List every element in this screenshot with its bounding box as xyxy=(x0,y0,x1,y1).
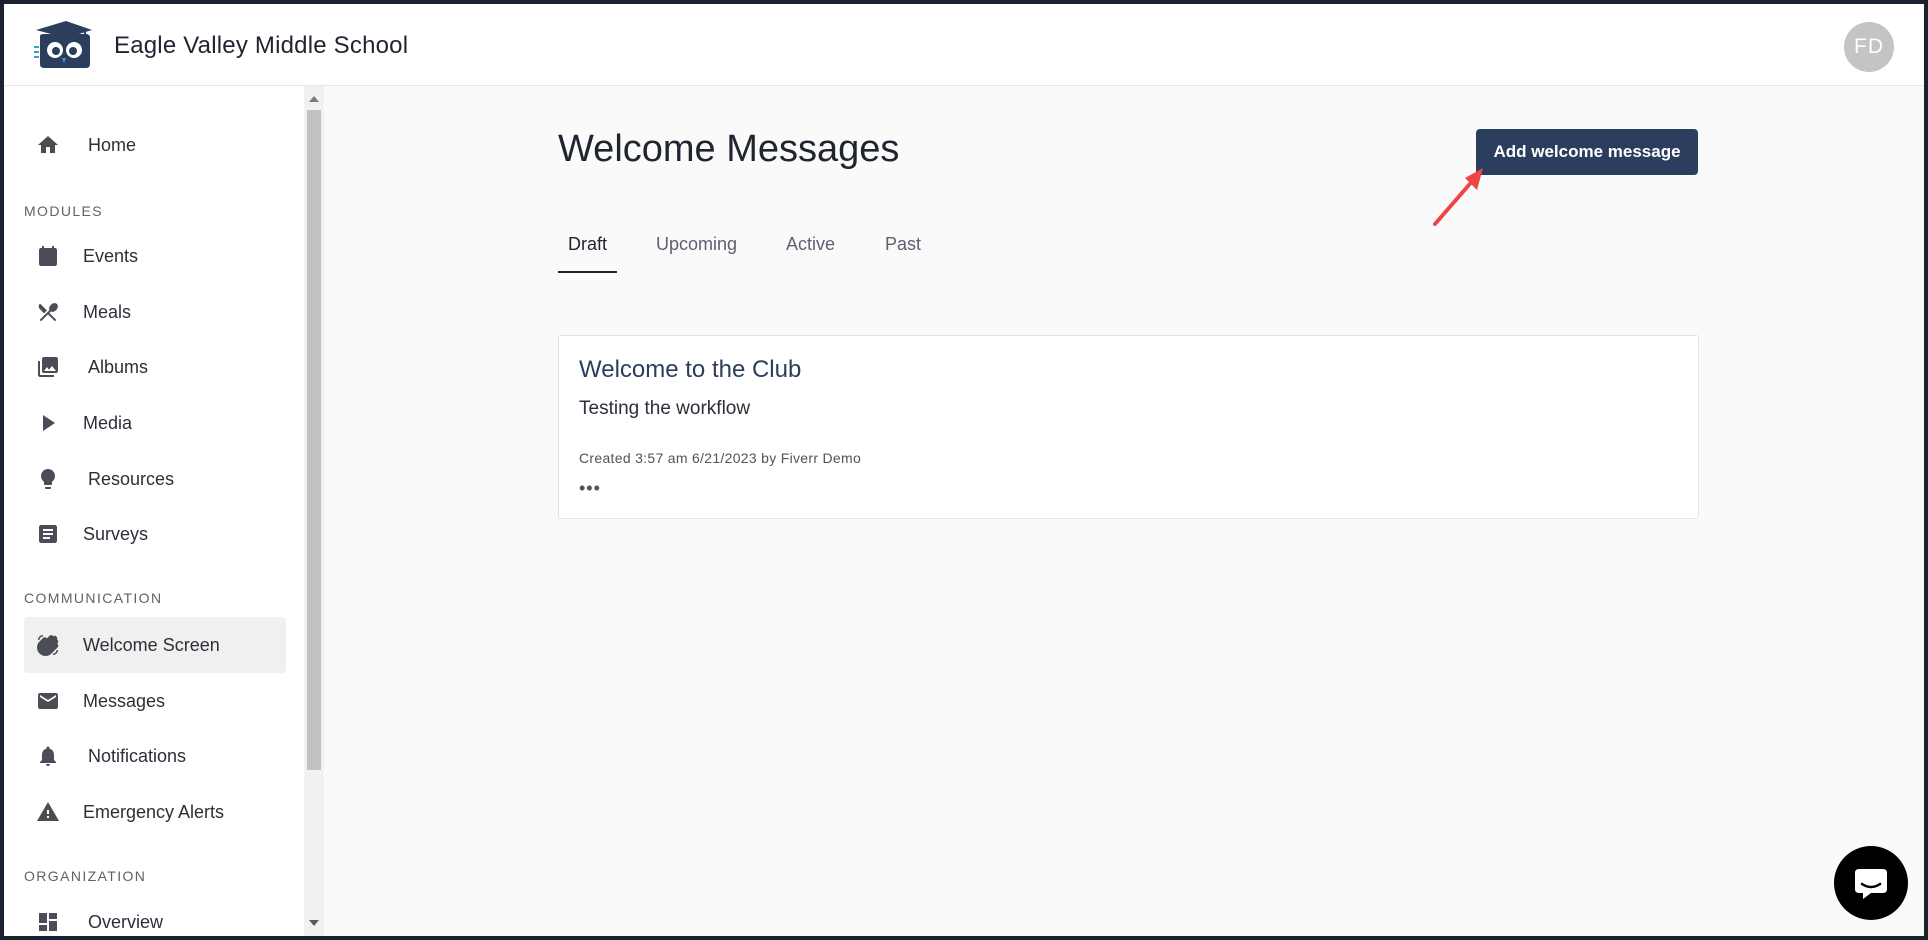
sidebar-item-media[interactable]: Media xyxy=(24,395,286,451)
card-created-meta: Created 3:57 am 6/21/2023 by Fiverr Demo xyxy=(579,450,862,466)
school-name: Eagle Valley Middle School xyxy=(114,32,409,59)
sidebar-item-home[interactable]: Home xyxy=(24,117,286,173)
sidebar-item-label: Welcome Screen xyxy=(83,634,220,655)
tab-active[interactable]: Active xyxy=(786,234,835,274)
sidebar-item-notifications[interactable]: Notifications xyxy=(24,728,286,784)
sidebar-item-label: Albums xyxy=(88,356,149,377)
chat-bubble-icon xyxy=(1855,869,1887,899)
scroll-thumb[interactable] xyxy=(307,110,321,770)
app-window: Eagle Valley Middle School FD Home MODUL… xyxy=(0,0,1928,940)
sidebar-item-label: Surveys xyxy=(83,523,149,544)
tab-upcoming[interactable]: Upcoming xyxy=(656,234,737,274)
photo-library-icon xyxy=(36,355,60,379)
sidebar-scrollbar[interactable] xyxy=(304,86,324,936)
sidebar-item-events[interactable]: Events xyxy=(24,228,286,284)
sidebar-item-overview[interactable]: Overview xyxy=(24,894,286,936)
card-body: Testing the workflow xyxy=(579,398,751,419)
mail-icon xyxy=(36,689,60,713)
section-label-organization: ORGANIZATION xyxy=(24,868,147,884)
user-avatar[interactable]: FD xyxy=(1844,22,1894,72)
sidebar-item-messages[interactable]: Messages xyxy=(24,673,286,729)
sidebar-item-label: Messages xyxy=(83,690,166,711)
welcome-message-card[interactable]: Welcome to the Club Testing the workflow… xyxy=(558,335,1699,519)
sidebar-item-resources[interactable]: Resources xyxy=(24,451,286,507)
waving-hand-icon xyxy=(36,633,60,657)
school-owl-logo-icon[interactable] xyxy=(32,20,94,70)
more-options-icon[interactable]: ••• xyxy=(579,478,601,499)
sidebar-item-label: Resources xyxy=(88,468,175,489)
sidebar-item-label: Meals xyxy=(83,301,132,322)
section-label-communication: COMMUNICATION xyxy=(24,590,163,606)
sidebar: Home MODULES Events Meals Albums Media R… xyxy=(4,86,304,936)
sidebar-item-label: Home xyxy=(88,134,137,155)
sidebar-item-label: Media xyxy=(83,412,133,433)
sidebar-item-label: Emergency Alerts xyxy=(83,801,225,822)
scroll-down-arrow-icon[interactable] xyxy=(309,920,319,926)
sidebar-item-emergency-alerts[interactable]: Emergency Alerts xyxy=(24,784,286,840)
sidebar-item-meals[interactable]: Meals xyxy=(24,284,286,340)
page-title: Welcome Messages xyxy=(558,128,900,170)
sidebar-item-albums[interactable]: Albums xyxy=(24,339,286,395)
sidebar-item-label: Overview xyxy=(88,911,164,932)
scroll-up-arrow-icon[interactable] xyxy=(309,96,319,102)
active-tab-indicator xyxy=(558,271,617,273)
dashboard-icon xyxy=(36,910,60,934)
survey-icon xyxy=(36,522,60,546)
chat-launcher-button[interactable] xyxy=(1834,846,1908,920)
play-icon xyxy=(36,411,60,435)
tab-past[interactable]: Past xyxy=(885,234,921,274)
sidebar-item-label: Notifications xyxy=(88,745,187,766)
fork-knife-icon xyxy=(36,300,60,324)
calendar-icon xyxy=(36,244,60,268)
tab-draft[interactable]: Draft xyxy=(568,234,607,274)
section-label-modules: MODULES xyxy=(24,203,104,219)
top-bar: Eagle Valley Middle School FD xyxy=(4,4,1924,86)
add-welcome-message-button[interactable]: Add welcome message xyxy=(1476,129,1698,175)
annotation-arrow-icon xyxy=(1433,168,1483,226)
bell-icon xyxy=(36,744,60,768)
sidebar-item-welcome-screen[interactable]: Welcome Screen xyxy=(24,617,286,673)
sidebar-item-surveys[interactable]: Surveys xyxy=(24,506,286,562)
card-title[interactable]: Welcome to the Club xyxy=(579,356,801,384)
sidebar-item-label: Events xyxy=(83,245,139,266)
warning-icon xyxy=(36,800,60,824)
home-icon xyxy=(36,133,60,157)
lightbulb-icon xyxy=(36,467,60,491)
